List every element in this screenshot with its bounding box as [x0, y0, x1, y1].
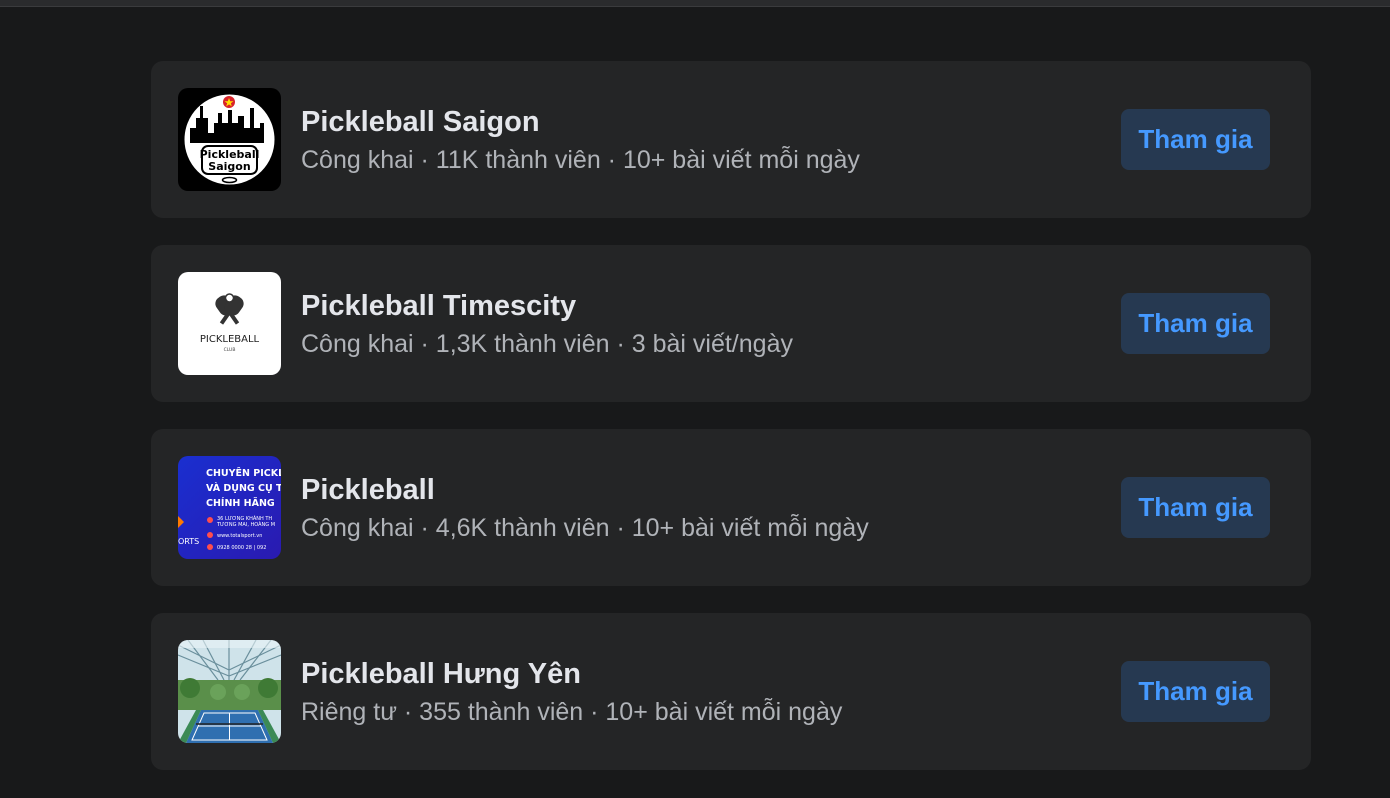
avatar-text-line-7: 0928 0000 28 | 092	[217, 545, 266, 551]
avatar-text-line-8: ORTS	[178, 537, 199, 546]
avatar-text-line-2: CLUB	[224, 347, 236, 353]
join-button[interactable]: Tham gia	[1121, 293, 1270, 354]
group-name[interactable]: Pickleball Hưng Yên	[301, 656, 1071, 692]
group-name[interactable]: Pickleball Timescity	[301, 288, 1071, 324]
group-list: Pickleball Saigon Pickleball Saigon Công…	[151, 61, 1311, 797]
group-meta: Riêng tư · 355 thành viên · 10+ bài viết…	[301, 698, 843, 726]
avatar-text-line-1: PICKLEBALL	[200, 334, 260, 345]
group-meta: Công khai · 4,6K thành viên · 10+ bài vi…	[301, 514, 869, 542]
group-meta: Công khai · 11K thành viên · 10+ bài viế…	[301, 146, 860, 174]
group-card[interactable]: CHUYÊN PICKLE VÀ DỤNG CỤ TH CHÍNH HÃNG 3…	[151, 429, 1311, 586]
avatar-text-line-5: TƯƠNG MAI, HOÀNG M	[216, 521, 275, 528]
join-button[interactable]: Tham gia	[1121, 477, 1270, 538]
group-info: Pickleball Công khai · 4,6K thành viên ·…	[301, 472, 1071, 546]
group-name[interactable]: Pickleball	[301, 472, 1071, 508]
group-info: Pickleball Timescity Công khai · 1,3K th…	[301, 288, 1071, 362]
group-card[interactable]: Pickleball Saigon Pickleball Saigon Công…	[151, 61, 1311, 218]
group-name[interactable]: Pickleball Saigon	[301, 104, 1071, 140]
join-button[interactable]: Tham gia	[1121, 661, 1270, 722]
group-avatar[interactable]: Pickleball Saigon	[178, 88, 281, 191]
top-border	[0, 0, 1390, 7]
group-avatar[interactable]	[178, 640, 281, 743]
pickleball-saigon-logo: Pickleball Saigon	[178, 88, 281, 191]
avatar-text-line-1: CHUYÊN PICKLE	[206, 467, 281, 479]
group-avatar[interactable]: PICKLEBALL CLUB	[178, 272, 281, 375]
pickleball-club-logo: PICKLEBALL CLUB	[178, 272, 281, 375]
avatar-text-line-2: VÀ DỤNG CỤ TH	[206, 482, 281, 494]
join-button[interactable]: Tham gia	[1121, 109, 1270, 170]
avatar-text-line-2: Saigon	[208, 160, 250, 173]
group-info: Pickleball Hưng Yên Riêng tư · 355 thành…	[301, 656, 1071, 730]
avatar-text-line-3: CHÍNH HÃNG	[206, 497, 275, 509]
court-photo	[178, 640, 281, 743]
group-avatar[interactable]: CHUYÊN PICKLE VÀ DỤNG CỤ TH CHÍNH HÃNG 3…	[178, 456, 281, 559]
group-card[interactable]: Pickleball Hưng Yên Riêng tư · 355 thành…	[151, 613, 1311, 770]
group-info: Pickleball Saigon Công khai · 11K thành …	[301, 104, 1071, 178]
group-card[interactable]: PICKLEBALL CLUB Pickleball Timescity Côn…	[151, 245, 1311, 402]
group-meta: Công khai · 1,3K thành viên · 3 bài viết…	[301, 330, 793, 358]
totalsport-ad-image: CHUYÊN PICKLE VÀ DỤNG CỤ TH CHÍNH HÃNG 3…	[178, 456, 281, 559]
avatar-text-line-4: 36 LƯƠNG KHÁNH TH	[217, 515, 272, 522]
avatar-text-line-6: www.totalsport.vn	[217, 533, 262, 539]
